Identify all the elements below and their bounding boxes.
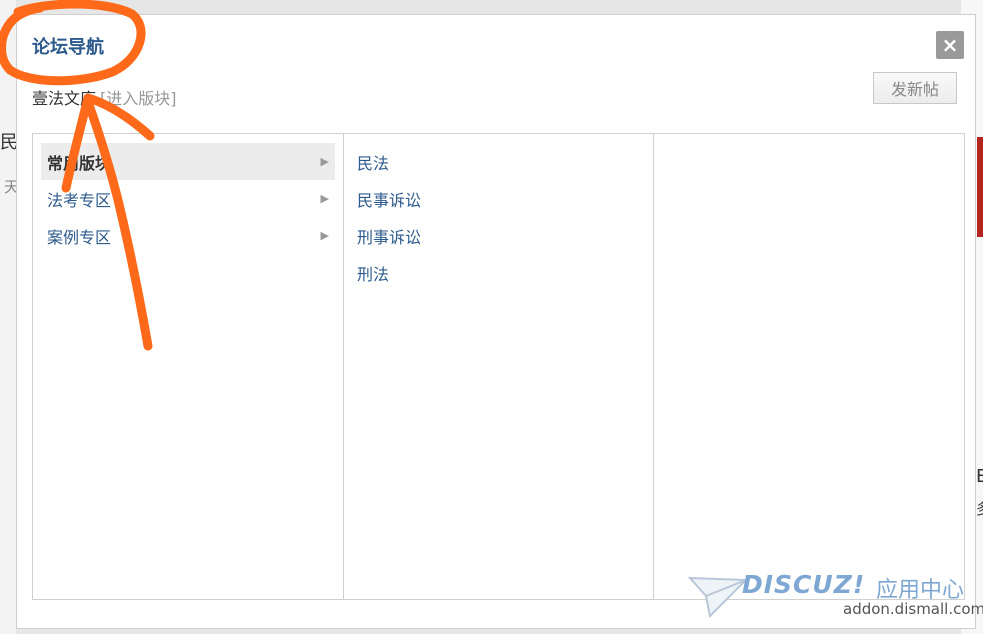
category-label: 法考专区 — [47, 190, 112, 210]
forum-link-criminal-law[interactable]: 刑法 — [357, 254, 653, 291]
background-text-fragment: E — [976, 466, 983, 487]
paper-plane-icon — [688, 576, 748, 618]
category-item-common[interactable]: 常用版块 ▶ — [41, 143, 335, 180]
current-forum-name: 壹法文库 — [32, 89, 97, 108]
current-forum-line: 壹法文库 [进入版块] — [32, 85, 177, 109]
close-icon: × — [941, 33, 959, 57]
forum-link-civil-procedure[interactable]: 民事诉讼 — [357, 180, 653, 217]
discuz-watermark: DISCUZ! 应用中心 addon.dismall.com — [688, 570, 983, 620]
caret-right-icon: ▶ — [320, 229, 329, 242]
category-item-exam[interactable]: 法考专区 ▶ — [41, 180, 335, 217]
forum-column: 民法 民事诉讼 刑事诉讼 刑法 — [344, 134, 654, 599]
discuz-logo: DISCUZ! — [742, 570, 866, 599]
forum-nav-panel: 常用版块 ▶ 法考专区 ▶ 案例专区 ▶ 民法 民事诉讼 刑事诉讼 刑法 — [32, 133, 965, 600]
dialog-title: 论坛导航 — [32, 37, 104, 58]
background-text-fragment: 多 — [976, 498, 983, 519]
category-label: 案例专区 — [47, 227, 112, 247]
caret-right-icon: ▶ — [320, 192, 329, 205]
forum-link-criminal-procedure[interactable]: 刑事诉讼 — [357, 217, 653, 254]
watermark-url: addon.dismall.com — [843, 600, 983, 618]
background-left-strip — [0, 0, 16, 634]
category-column: 常用版块 ▶ 法考专区 ▶ 案例专区 ▶ — [33, 134, 344, 599]
category-item-cases[interactable]: 案例专区 ▶ — [41, 217, 335, 254]
close-button[interactable]: × — [936, 31, 964, 59]
subforum-column — [654, 134, 964, 599]
forum-nav-dialog: 论坛导航 × 壹法文库 [进入版块] 发新帖 常用版块 ▶ 法考专区 ▶ 案例专区… — [16, 14, 976, 629]
caret-right-icon: ▶ — [320, 155, 329, 168]
forum-link-civil-law[interactable]: 民法 — [357, 143, 653, 180]
category-label: 常用版块 — [47, 153, 112, 173]
background-red-banner — [977, 137, 983, 237]
new-post-button[interactable]: 发新帖 — [873, 72, 957, 104]
enter-forum-link[interactable]: [进入版块] — [100, 89, 177, 108]
